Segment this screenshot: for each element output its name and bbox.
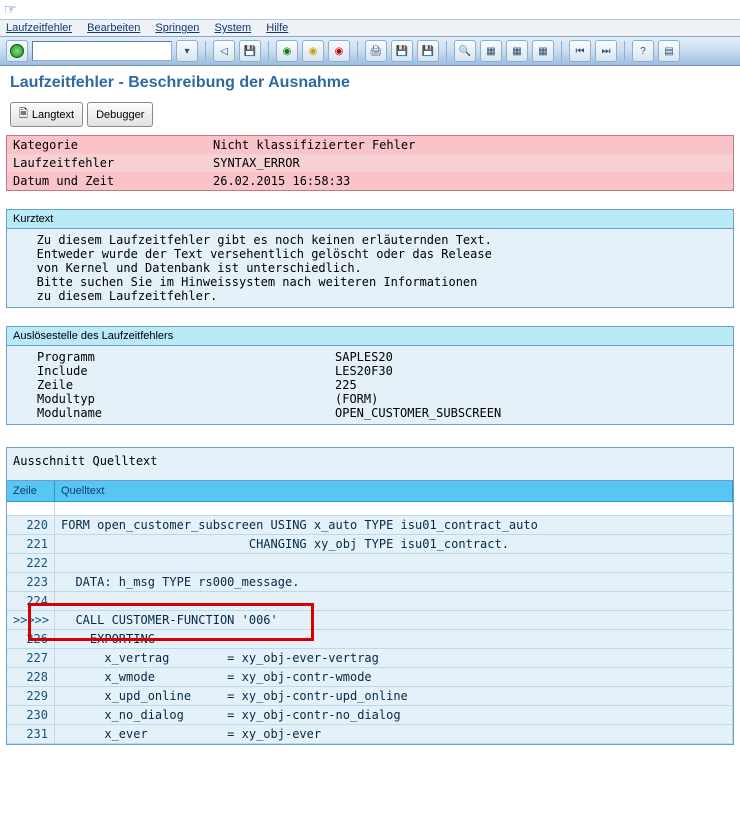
- source-line: FORM open_customer_subscreen USING x_aut…: [55, 516, 733, 535]
- line-label: Zeile: [15, 378, 195, 392]
- source-line: x_vertrag = xy_obj-ever-vertrag: [55, 649, 733, 668]
- menu-system[interactable]: System: [215, 22, 252, 34]
- hdr-err-value: SYNTAX_ERROR: [213, 156, 300, 170]
- save-icon[interactable]: ◁: [213, 40, 235, 62]
- source-row: 228 x_wmode = xy_obj-contr-wmode: [7, 668, 733, 687]
- line-number: 230: [7, 706, 55, 725]
- kurztext-line: von Kernel und Datenbank ist unterschied…: [15, 261, 725, 275]
- prog-label: Programm: [15, 350, 195, 364]
- save2-icon[interactable]: 💾: [239, 40, 261, 62]
- line-number: 220: [7, 516, 55, 535]
- ausloese-header: Auslösestelle des Laufzeitfehlers: [7, 327, 733, 346]
- prog-value: SAPLES20: [195, 350, 393, 364]
- line-number: 221: [7, 535, 55, 554]
- action-row: 🗎Langtext Debugger: [0, 98, 740, 135]
- source-row: 220FORM open_customer_subscreen USING x_…: [7, 516, 733, 535]
- kurztext-panel: Kurztext Zu diesem Laufzeitfehler gibt e…: [6, 209, 734, 308]
- line-number: 222: [7, 554, 55, 573]
- line-number: 229: [7, 687, 55, 706]
- command-field[interactable]: [32, 41, 172, 61]
- source-line: x_upd_online = xy_obj-contr-upd_online: [55, 687, 733, 706]
- layout-icon[interactable]: ▤: [658, 40, 680, 62]
- source-line: [55, 592, 733, 611]
- source-line: CHANGING xy_obj TYPE isu01_contract.: [55, 535, 733, 554]
- line-number: 227: [7, 649, 55, 668]
- line-number: 226: [7, 630, 55, 649]
- hdr-cat-value: Nicht klassifizierter Fehler: [213, 138, 415, 152]
- kurztext-line: zu diesem Laufzeitfehler.: [15, 289, 725, 303]
- source-line: x_ever = xy_obj-ever: [55, 725, 733, 744]
- tool1-icon[interactable]: ▦: [480, 40, 502, 62]
- line-number: 228: [7, 668, 55, 687]
- source-row: 221 CHANGING xy_obj TYPE isu01_contract.: [7, 535, 733, 554]
- enter-button[interactable]: [6, 40, 28, 62]
- source-line: x_no_dialog = xy_obj-contr-no_dialog: [55, 706, 733, 725]
- modtyp-value: (FORM): [195, 392, 378, 406]
- source-row: 224: [7, 592, 733, 611]
- menu-bar: Laufzeitfehler Bearbeiten Springen Syste…: [0, 20, 740, 37]
- window-marker: ☞: [0, 0, 740, 20]
- source-row: 227 x_vertrag = xy_obj-ever-vertrag: [7, 649, 733, 668]
- kurztext-line: Entweder wurde der Text versehentlich ge…: [15, 247, 725, 261]
- save3-icon[interactable]: 💾: [391, 40, 413, 62]
- modtyp-label: Modultyp: [15, 392, 195, 406]
- hdr-date-value: 26.02.2015 16:58:33: [213, 174, 350, 188]
- menu-laufzeitfehler[interactable]: Laufzeitfehler: [6, 22, 72, 34]
- exit-icon[interactable]: ◉: [302, 40, 324, 62]
- hdr-cat-label: Kategorie: [13, 138, 213, 152]
- tool3-icon[interactable]: ▦: [532, 40, 554, 62]
- source-header: Ausschnitt Quelltext: [7, 448, 733, 481]
- save4-icon[interactable]: 💾: [417, 40, 439, 62]
- hdr-date-label: Datum und Zeit: [13, 174, 213, 188]
- hdr-err-label: Laufzeitfehler: [13, 156, 213, 170]
- source-line: DATA: h_msg TYPE rs000_message.: [55, 573, 733, 592]
- source-row: 230 x_no_dialog = xy_obj-contr-no_dialog: [7, 706, 733, 725]
- modname-label: Modulname: [15, 406, 195, 420]
- source-row: >>>>> CALL CUSTOMER-FUNCTION '006': [7, 611, 733, 630]
- line-number: 223: [7, 573, 55, 592]
- source-line: [55, 554, 733, 573]
- back-icon[interactable]: ◉: [276, 40, 298, 62]
- source-row: 226 EXPORTING: [7, 630, 733, 649]
- source-row: 231 x_ever = xy_obj-ever: [7, 725, 733, 744]
- modname-value: OPEN_CUSTOMER_SUBSCREEN: [195, 406, 501, 420]
- source-row: 229 x_upd_online = xy_obj-contr-upd_onli…: [7, 687, 733, 706]
- incl-value: LES20F30: [195, 364, 393, 378]
- print-icon[interactable]: 🖨: [365, 40, 387, 62]
- incl-label: Include: [15, 364, 195, 378]
- toolbar: ▾ ◁ 💾 ◉ ◉ ◉ 🖨 💾 💾 🔍 ▦ ▦ ▦ ⏮ ⏭ ? ▤: [0, 37, 740, 66]
- menu-springen[interactable]: Springen: [155, 22, 199, 34]
- help-icon[interactable]: ?: [632, 40, 654, 62]
- source-row: 223 DATA: h_msg TYPE rs000_message.: [7, 573, 733, 592]
- doc-icon: 🗎: [19, 105, 28, 124]
- source-panel: Ausschnitt Quelltext Zeile Quelltext 220…: [6, 447, 734, 745]
- last-page-icon[interactable]: ⏭: [595, 40, 617, 62]
- col-line-header: Zeile: [7, 481, 55, 502]
- debugger-button[interactable]: Debugger: [87, 102, 153, 127]
- col-src-header: Quelltext: [55, 481, 733, 502]
- menu-hilfe[interactable]: Hilfe: [266, 22, 288, 34]
- langtext-button[interactable]: 🗎Langtext: [10, 102, 83, 127]
- menu-bearbeiten[interactable]: Bearbeiten: [87, 22, 140, 34]
- line-number: >>>>>: [7, 611, 55, 630]
- line-number: 224: [7, 592, 55, 611]
- kurztext-header: Kurztext: [7, 210, 733, 229]
- cancel-icon[interactable]: ◉: [328, 40, 350, 62]
- source-row: 222: [7, 554, 733, 573]
- source-line: EXPORTING: [55, 630, 733, 649]
- first-page-icon[interactable]: ⏮: [569, 40, 591, 62]
- source-line: x_wmode = xy_obj-contr-wmode: [55, 668, 733, 687]
- tool2-icon[interactable]: ▦: [506, 40, 528, 62]
- line-number: 231: [7, 725, 55, 744]
- kurztext-line: Zu diesem Laufzeitfehler gibt es noch ke…: [15, 233, 725, 247]
- ausloese-panel: Auslösestelle des Laufzeitfehlers Progra…: [6, 326, 734, 425]
- line-value: 225: [195, 378, 357, 392]
- source-line: CALL CUSTOMER-FUNCTION '006': [55, 611, 733, 630]
- find-icon[interactable]: 🔍: [454, 40, 476, 62]
- page-title: Laufzeitfehler - Beschreibung der Ausnah…: [0, 66, 740, 98]
- dropdown-button[interactable]: ▾: [176, 40, 198, 62]
- error-header-box: KategorieNicht klassifizierter Fehler La…: [6, 135, 734, 191]
- kurztext-line: Bitte suchen Sie im Hinweissystem nach w…: [15, 275, 725, 289]
